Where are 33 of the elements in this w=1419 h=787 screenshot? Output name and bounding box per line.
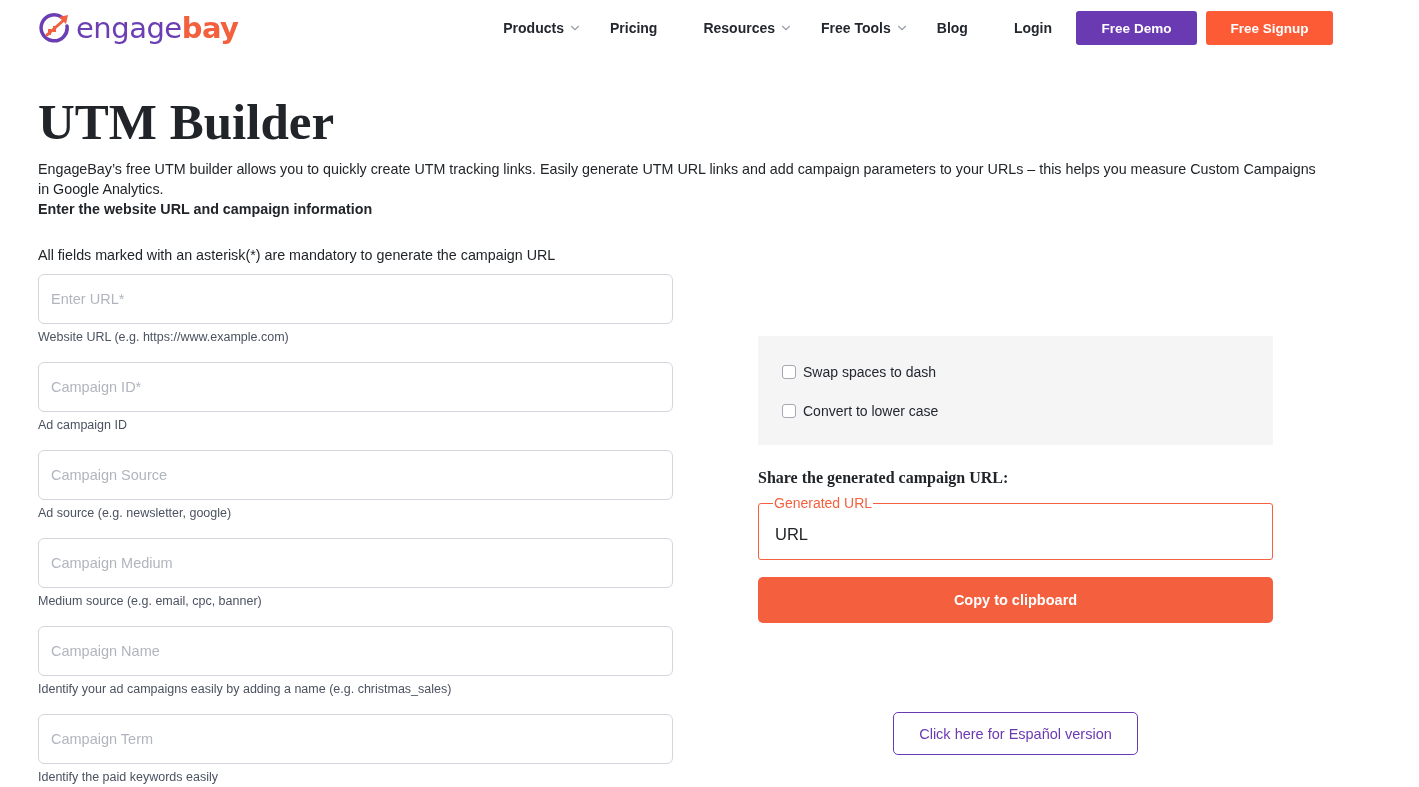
field-hint: Identify your ad campaigns easily by adding a name (e.g. christmas_sales) xyxy=(38,681,452,697)
share-heading: Share the generated campaign URL: xyxy=(758,468,1009,488)
nav-link[interactable]: Free Tools xyxy=(821,20,909,36)
field-hint: Website URL (e.g. https://www.example.com) xyxy=(38,329,289,345)
nav-link[interactable]: Blog xyxy=(936,20,968,36)
generated-url-value: URL xyxy=(774,523,809,545)
field-hint: Medium source (e.g. email, cpc, banner) xyxy=(38,593,262,609)
spanish-version-button[interactable]: Click here for Español version xyxy=(893,712,1138,755)
checkbox-label[interactable]: Swap spaces to dash xyxy=(803,362,937,382)
generated-url-field[interactable]: Generated URL URL xyxy=(758,495,1273,560)
text-input-field[interactable]: Campaign Medium xyxy=(38,538,673,588)
checkbox[interactable] xyxy=(782,404,796,418)
nav-link[interactable]: Pricing xyxy=(609,20,658,36)
demo-button[interactable]: Free Demo xyxy=(1076,11,1197,45)
field-hint: Identify the paid keywords easily xyxy=(38,769,218,785)
field-hint: Ad source (e.g. newsletter, google) xyxy=(38,505,232,521)
text-input-field[interactable]: Enter URL* xyxy=(38,274,673,324)
nav-link[interactable]: Products xyxy=(503,20,582,36)
nav-link[interactable]: Resources xyxy=(703,20,793,36)
page-description: EngageBay’s free UTM builder allows you to quickly create UTM tracking links. Easily generate UTM URL links and add campaign parameters to your URLs – this helps you measure Custom Campaigns in Google Analytics. xyxy=(38,160,1317,199)
page-title: UTM Builder xyxy=(38,93,335,152)
text-input-field[interactable]: Campaign Term xyxy=(38,714,673,764)
mandatory-note: All fields marked with an asterisk(*) are mandatory to generate the campaign URL xyxy=(38,246,556,265)
login-link[interactable]: Login xyxy=(1013,20,1052,36)
logo-wordmark[interactable]: engagebay xyxy=(76,12,239,44)
checkbox[interactable] xyxy=(782,365,796,379)
field-hint: Ad campaign ID xyxy=(38,417,127,433)
text-input-field[interactable]: Campaign Name xyxy=(38,626,673,676)
checkbox-label[interactable]: Convert to lower case xyxy=(803,401,939,421)
text-input-field[interactable]: Campaign ID* xyxy=(38,362,673,412)
text-input-field[interactable]: Campaign Source xyxy=(38,450,673,500)
generated-url-label: Generated URL xyxy=(773,495,874,511)
section-subheading: Enter the website URL and campaign information xyxy=(38,200,373,219)
